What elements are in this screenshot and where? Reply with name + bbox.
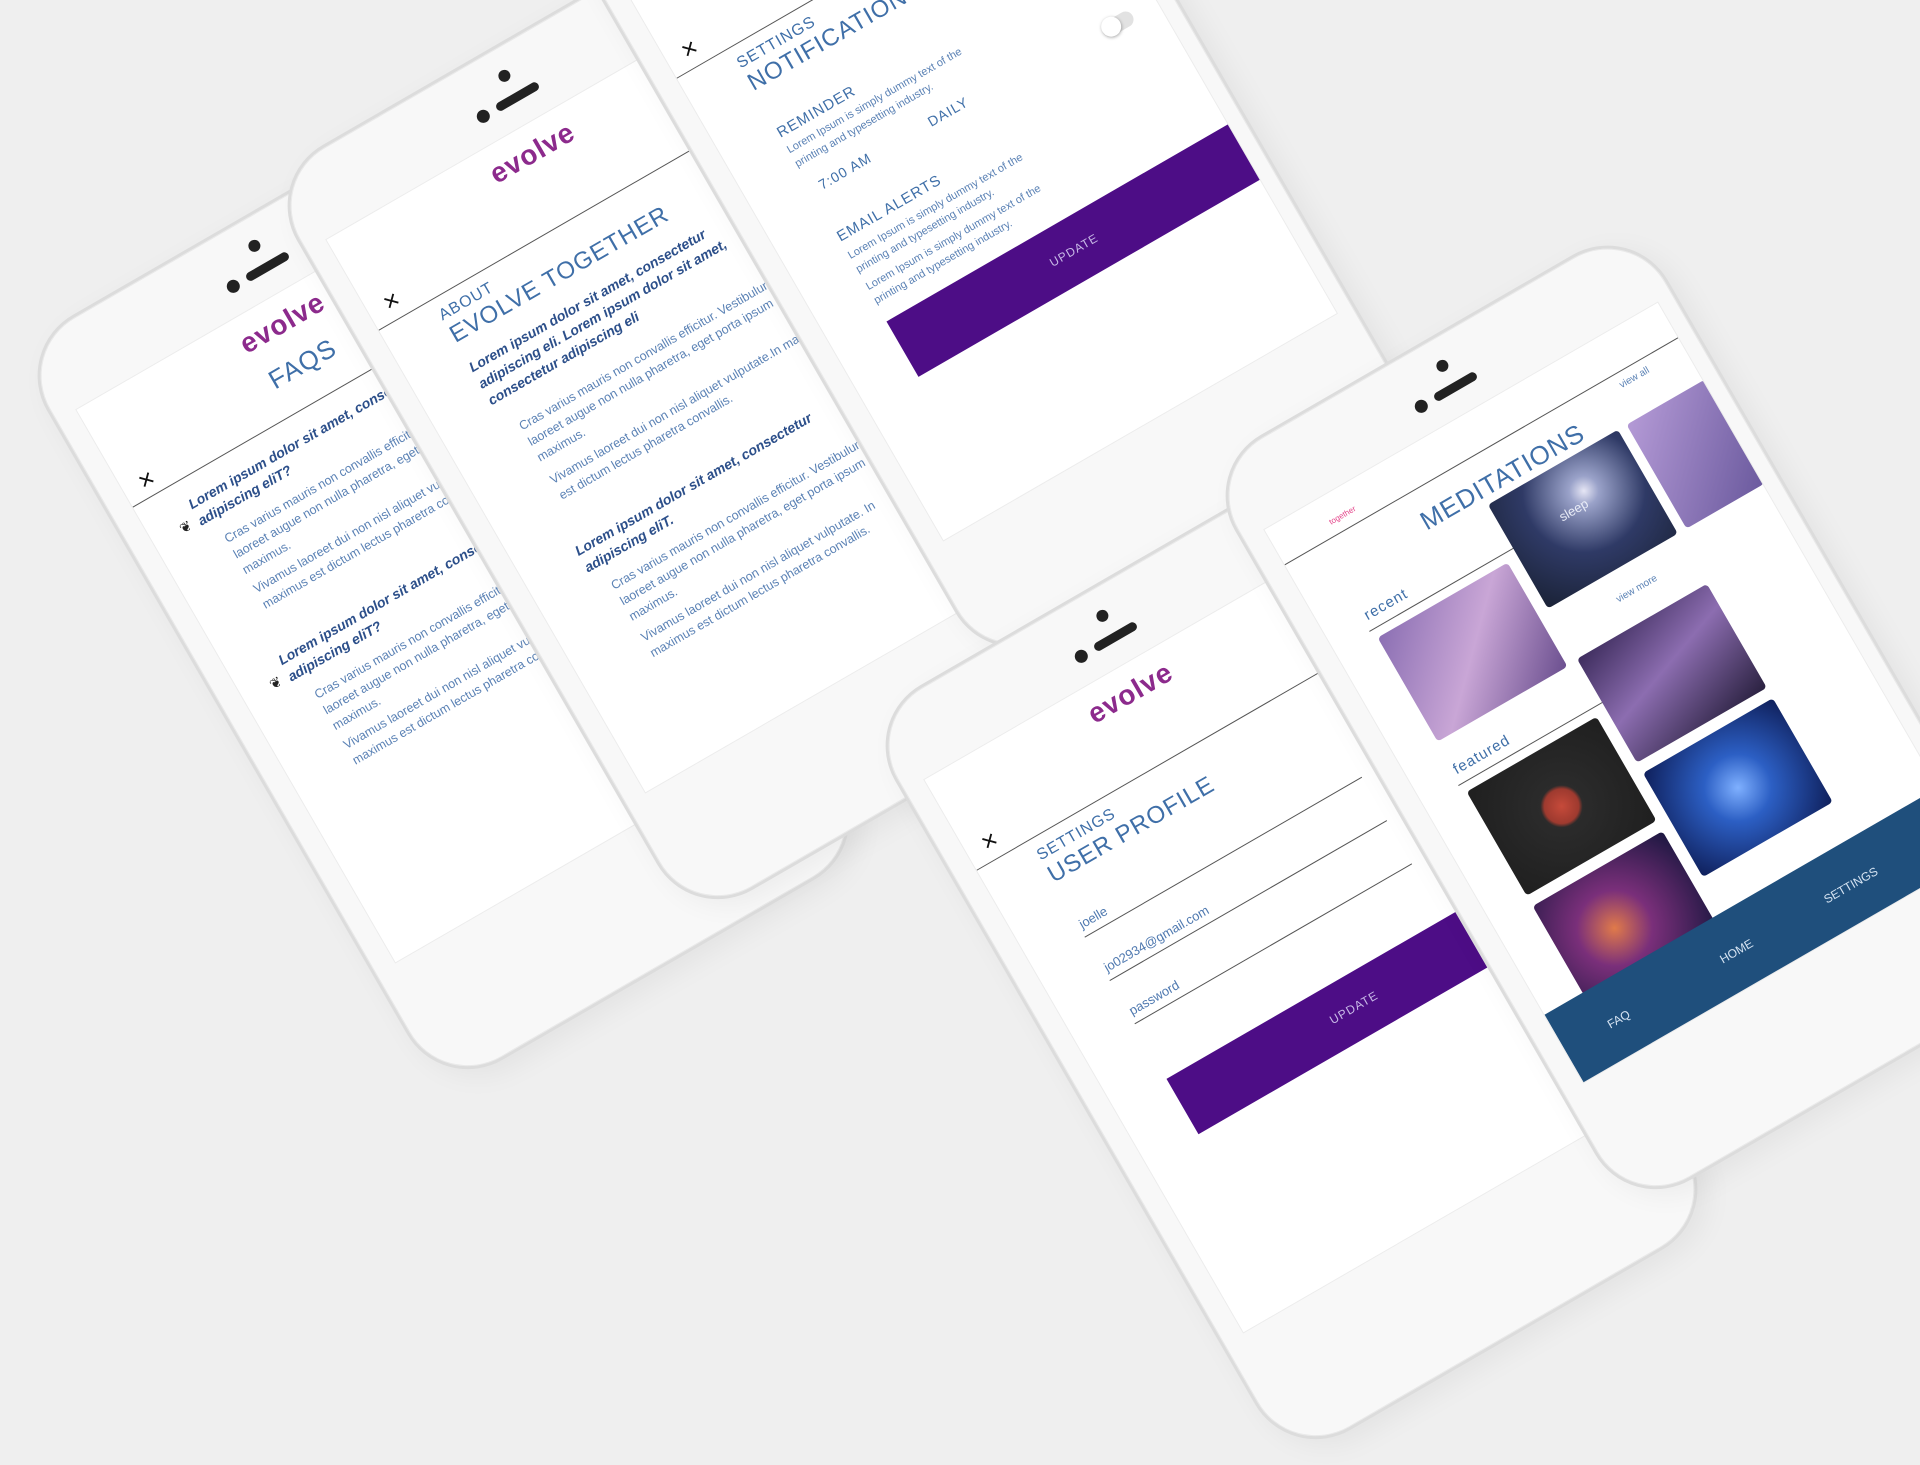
close-icon[interactable]: × — [675, 32, 703, 66]
speaker-grille — [244, 250, 291, 283]
front-camera — [1412, 397, 1431, 416]
nav-home[interactable]: HOME — [1717, 936, 1755, 966]
front-camera — [224, 277, 243, 296]
close-icon[interactable]: × — [132, 462, 160, 496]
sensor — [496, 67, 513, 85]
nav-settings[interactable]: SETTINGS — [1821, 864, 1880, 906]
sleep-label: sleep — [1556, 495, 1591, 525]
leaf-icon: ❦ — [266, 672, 285, 693]
email-alerts-toggle[interactable] — [1097, 8, 1137, 41]
name-field[interactable]: joelle — [1076, 903, 1110, 931]
nav-faq[interactable]: FAQ — [1605, 1007, 1633, 1031]
close-icon[interactable]: × — [975, 824, 1003, 858]
sensor — [246, 237, 263, 255]
close-icon[interactable]: × — [377, 284, 405, 318]
view-more-link[interactable]: view more — [1614, 573, 1659, 605]
speaker-grille — [1432, 370, 1479, 403]
sensor — [1434, 357, 1451, 375]
front-camera — [474, 107, 493, 126]
brand-tagline: together — [1327, 504, 1358, 527]
front-camera — [1072, 647, 1091, 666]
evolve-logo: evolve — [484, 116, 581, 190]
recent-section-label: recent — [1361, 585, 1411, 624]
evolve-logo: evolve — [1082, 656, 1179, 730]
speaker-grille — [1092, 620, 1139, 653]
leaf-icon: ❦ — [176, 517, 195, 537]
speaker-grille — [494, 80, 541, 113]
reminder-frequency[interactable]: DAILY — [925, 94, 971, 130]
toggle-knob — [1097, 12, 1125, 41]
email-field[interactable]: jo02934@gmail.com — [1101, 902, 1211, 974]
sensor — [1094, 607, 1111, 625]
